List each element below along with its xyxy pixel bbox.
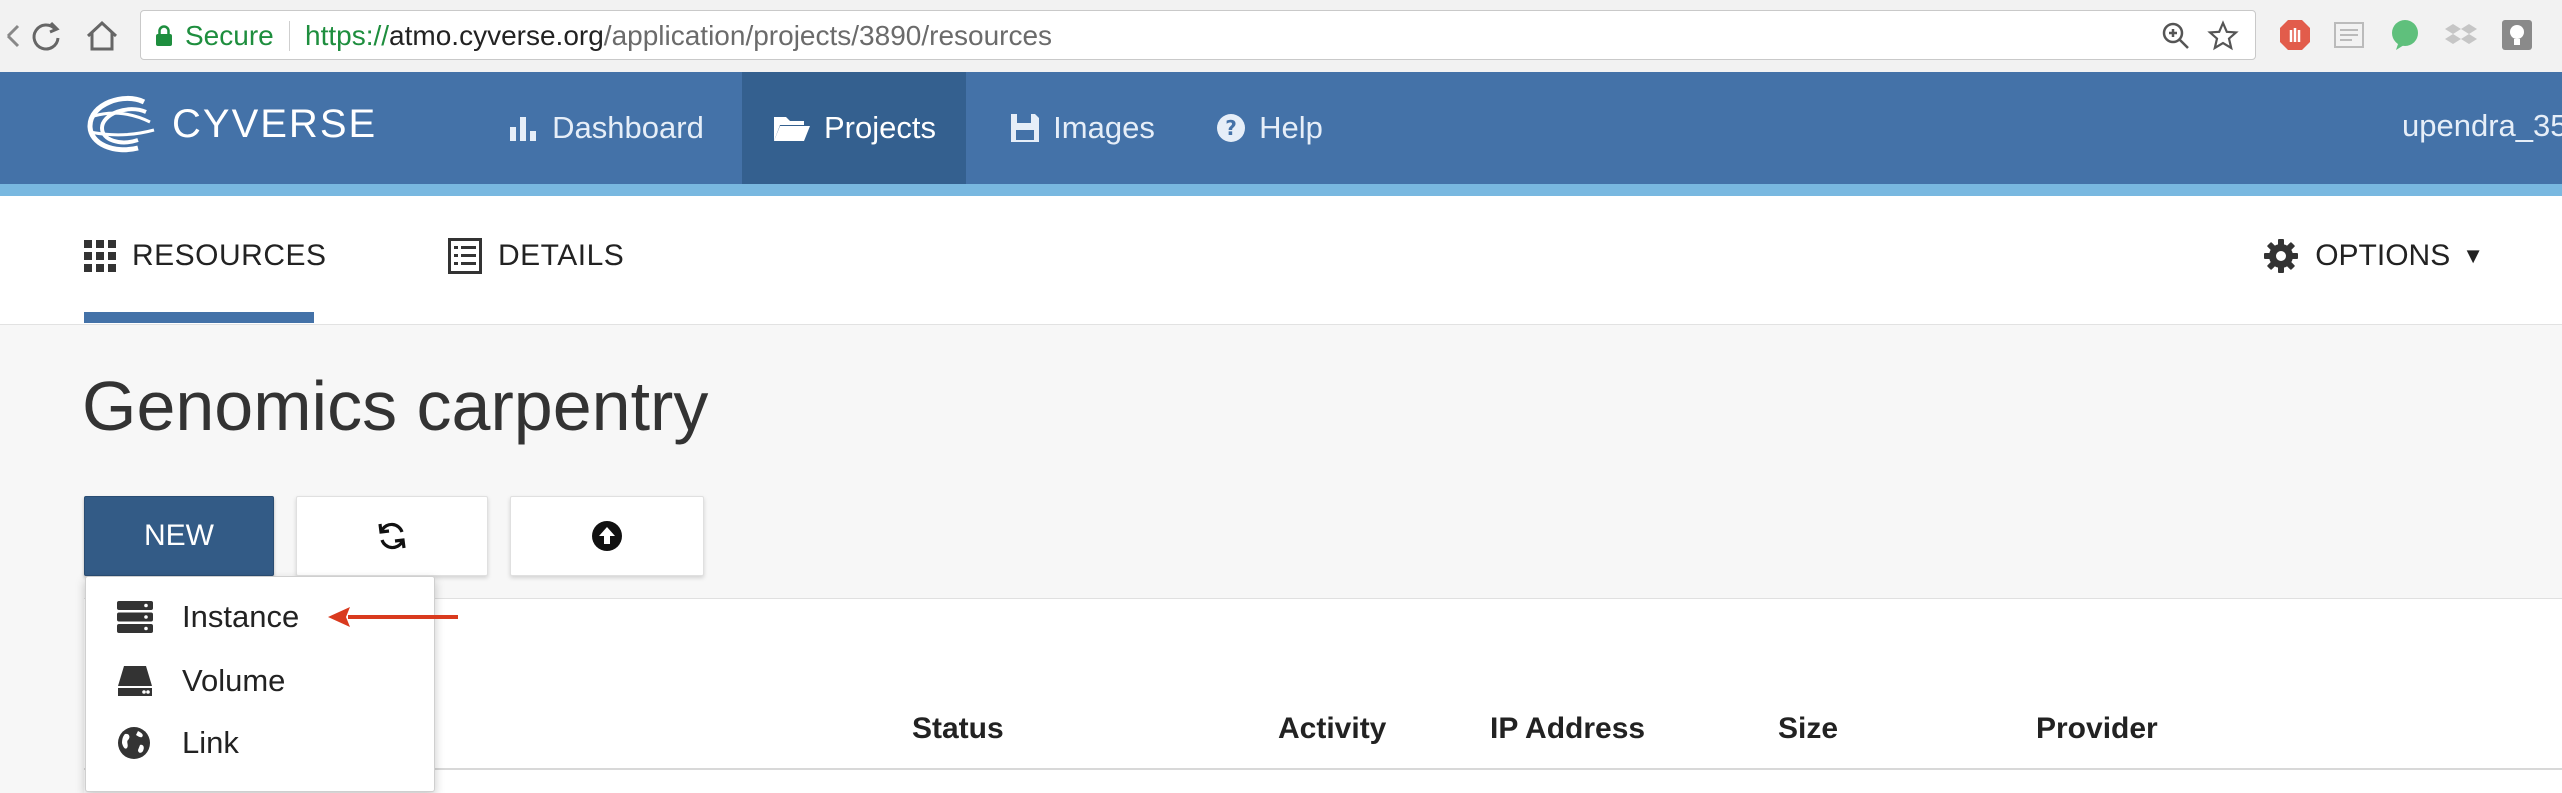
caret-down-icon: ▼	[2462, 243, 2484, 268]
header-accent-stripe	[0, 184, 2562, 196]
star-icon[interactable]	[2207, 20, 2239, 52]
tab-details[interactable]: DETAILS	[448, 226, 624, 286]
nav-help[interactable]: ? Help	[1194, 72, 1344, 184]
menu-item-instance-label: Instance	[182, 599, 300, 634]
browser-toolbar: Secure https://atmo.cyverse.org/applicat…	[0, 0, 2562, 73]
tab-resources-label: RESOURCES	[132, 239, 327, 272]
options-menu[interactable]: OPTIONS ▼	[2263, 226, 2484, 286]
nav-images[interactable]: Images	[982, 72, 1182, 184]
home-icon[interactable]	[80, 14, 124, 58]
menu-item-volume[interactable]: Volume	[86, 651, 434, 711]
refresh-button[interactable]	[296, 496, 488, 576]
green-dot-icon[interactable]	[2388, 18, 2422, 52]
cyverse-logo-icon	[87, 95, 155, 153]
url-text[interactable]: https://atmo.cyverse.org/application/pro…	[305, 20, 1052, 52]
globe-icon	[118, 727, 150, 759]
url-host: atmo.cyverse.org	[389, 20, 604, 51]
project-subnav: RESOURCES DETAILS OPTIONS ▼	[0, 196, 2562, 325]
upload-circle-icon	[592, 521, 622, 551]
url-scheme: https://	[305, 20, 390, 51]
nav-projects-label: Projects	[824, 110, 936, 145]
column-provider[interactable]: Provider	[2036, 712, 2158, 746]
nav-dashboard-label: Dashboard	[552, 110, 704, 145]
nav-dashboard[interactable]: Dashboard	[486, 72, 726, 184]
menu-item-link[interactable]: Link	[86, 713, 434, 773]
cyverse-logo[interactable]	[84, 92, 168, 162]
annotation-arrow-icon	[328, 607, 458, 627]
new-button[interactable]: NEW	[84, 496, 274, 576]
column-status[interactable]: Status	[912, 712, 1004, 746]
nav-help-label: Help	[1259, 110, 1323, 145]
server-icon	[117, 601, 153, 633]
dropbox-icon[interactable]	[2444, 18, 2478, 52]
list-icon	[448, 238, 482, 274]
menu-item-link-label: Link	[182, 725, 239, 760]
adblock-icon[interactable]	[2278, 18, 2312, 52]
floppy-disk-icon	[1011, 114, 1040, 142]
user-menu[interactable]: upendra_35	[2402, 108, 2562, 144]
tab-resources[interactable]: RESOURCES	[84, 226, 327, 286]
hdd-icon	[118, 666, 152, 696]
lock-icon	[156, 25, 172, 46]
page-title: Genomics carpentry	[82, 367, 709, 445]
column-ip-address[interactable]: IP Address	[1490, 712, 1645, 746]
secure-label: Secure	[185, 20, 274, 51]
address-bar[interactable]: Secure https://atmo.cyverse.org/applicat…	[140, 10, 2256, 60]
nav-projects[interactable]: Projects	[742, 72, 966, 184]
grid-icon	[84, 240, 116, 272]
new-button-label: NEW	[144, 519, 214, 552]
svg-text:?: ?	[1225, 116, 1237, 140]
column-activity[interactable]: Activity	[1278, 712, 1386, 746]
nav-images-label: Images	[1053, 110, 1155, 145]
reader-icon[interactable]	[2332, 18, 2366, 52]
gear-icon	[2264, 239, 2299, 273]
bar-chart-icon	[510, 117, 537, 141]
url-path: /application/projects/3890/resources	[603, 20, 1053, 51]
app-header: CYVERSE Dashboard Projects Images ? Help…	[0, 72, 2562, 184]
logo-text: CYVERSE	[172, 102, 378, 146]
lightbulb-icon[interactable]	[2500, 18, 2534, 52]
menu-item-volume-label: Volume	[182, 663, 286, 698]
options-label: OPTIONS	[2315, 239, 2451, 272]
url-divider	[289, 21, 290, 51]
table-header-divider	[84, 768, 2562, 770]
active-tab-indicator	[84, 312, 314, 323]
zoom-icon[interactable]	[2161, 21, 2191, 51]
upload-button[interactable]	[510, 496, 704, 576]
column-size[interactable]: Size	[1778, 712, 1838, 746]
question-circle-icon: ?	[1217, 114, 1246, 142]
folder-open-icon	[774, 117, 810, 141]
refresh-icon	[378, 522, 406, 550]
tab-details-label: DETAILS	[498, 239, 625, 272]
reload-icon[interactable]	[24, 14, 68, 58]
